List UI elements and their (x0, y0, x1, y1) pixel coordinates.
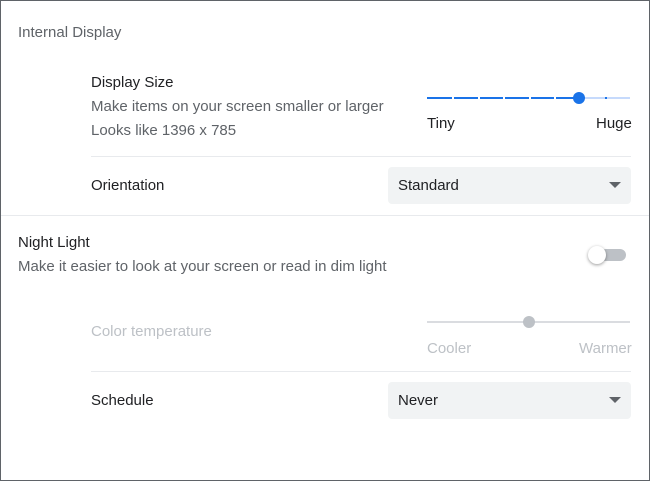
night-light-description: Make it easier to look at your screen or… (18, 258, 387, 275)
slider-min-label: Tiny (427, 115, 455, 132)
slider-knob[interactable] (523, 316, 535, 328)
slider-max-label: Warmer (579, 340, 632, 357)
dropdown-arrow-icon (609, 397, 621, 403)
dropdown-arrow-icon (609, 182, 621, 188)
night-light-toggle[interactable] (588, 245, 628, 265)
slider-tick (503, 97, 505, 99)
schedule-label: Schedule (91, 392, 154, 409)
display-size-label: Display Size (91, 74, 174, 91)
schedule-select[interactable]: Never (388, 382, 631, 419)
display-size-description: Make items on your screen smaller or lar… (91, 98, 384, 115)
display-size-resolution: Looks like 1396 x 785 (91, 122, 237, 139)
slider-knob[interactable] (573, 92, 585, 104)
color-temperature-label: Color temperature (91, 323, 212, 340)
orientation-select-value: Standard (398, 177, 459, 194)
slider-min-label: Cooler (427, 340, 472, 357)
slider-tick (529, 97, 531, 99)
section-divider (1, 215, 649, 216)
night-light-title: Night Light (18, 234, 90, 251)
slider-tick (478, 97, 480, 99)
color-temperature-slider[interactable] (427, 316, 630, 328)
section-title: Internal Display (18, 24, 122, 41)
orientation-label: Orientation (91, 177, 165, 194)
orientation-select[interactable]: Standard (388, 167, 631, 204)
schedule-select-value: Never (398, 392, 439, 409)
slider-tick (452, 97, 454, 99)
slider-tick (554, 97, 556, 99)
slider-tick (605, 97, 607, 99)
toggle-knob (588, 246, 606, 264)
settings-panel: Internal Display Display Size Make items… (0, 0, 650, 481)
display-size-slider[interactable] (427, 91, 630, 105)
divider (91, 156, 631, 157)
divider (91, 371, 631, 372)
slider-max-label: Huge (596, 115, 632, 132)
